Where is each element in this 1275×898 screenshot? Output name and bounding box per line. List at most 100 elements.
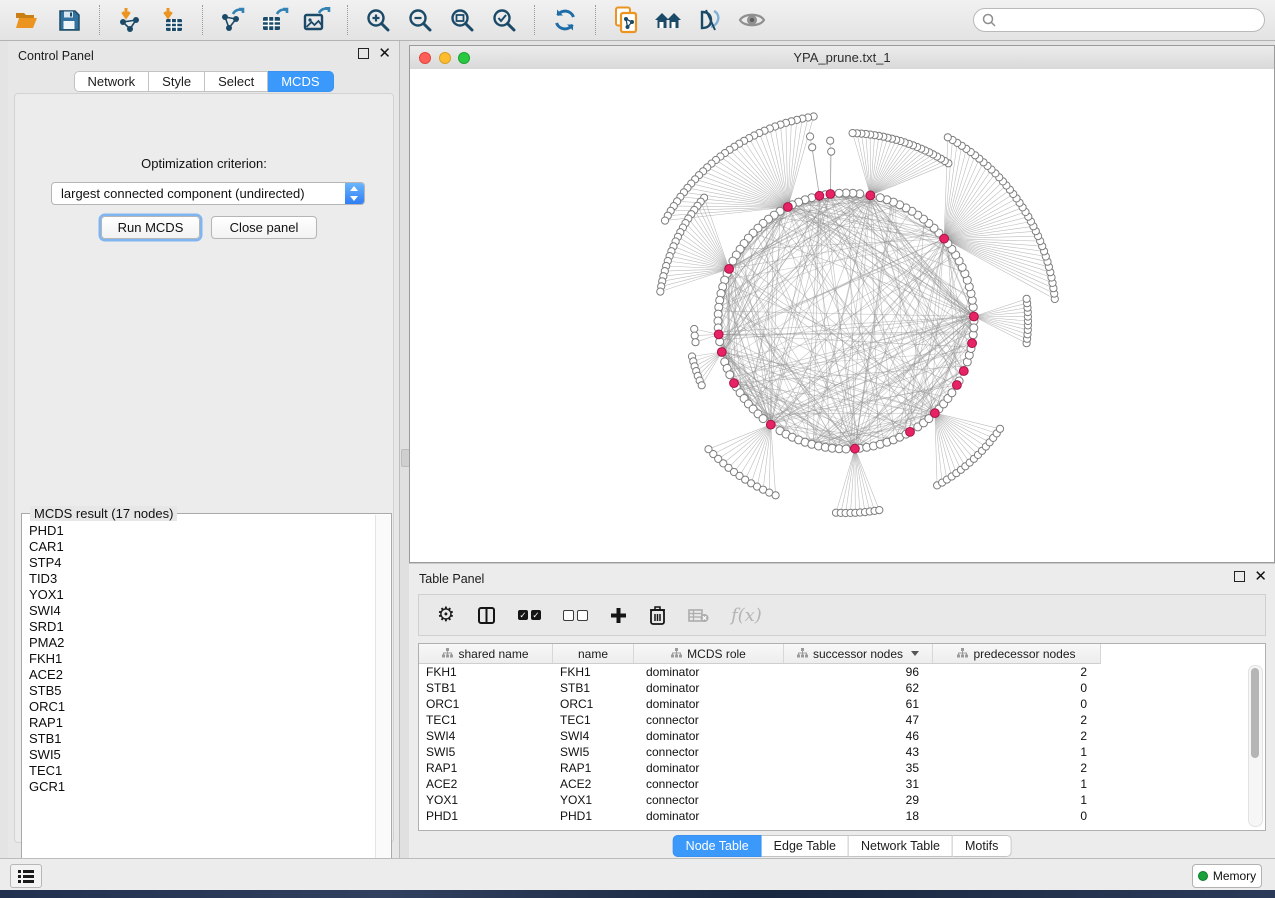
table-cell: 18: [784, 809, 933, 823]
mcds-result-item[interactable]: RAP1: [29, 715, 376, 731]
float-panel-icon[interactable]: [1234, 571, 1245, 582]
table-cell: ACE2: [419, 777, 553, 791]
table-cell: ACE2: [553, 777, 634, 791]
tab-edge-table[interactable]: Edge Table: [762, 835, 849, 857]
float-panel-icon[interactable]: [358, 48, 369, 59]
import-network-icon[interactable]: [113, 4, 147, 36]
delete-table-icon: [688, 608, 709, 623]
column-header-name[interactable]: name: [553, 644, 634, 663]
export-image-icon[interactable]: [300, 4, 334, 36]
show-all-icon[interactable]: [735, 4, 769, 36]
table-panel: Table Panel ✕ ⚙ ✓✓: [409, 563, 1275, 858]
panel-splitter[interactable]: [400, 41, 409, 858]
save-session-icon[interactable]: [52, 4, 86, 36]
import-table-icon[interactable]: [155, 4, 189, 36]
zoom-fit-icon[interactable]: [445, 4, 479, 36]
mcds-result-item[interactable]: SWI5: [29, 747, 376, 763]
new-network-from-selection-icon[interactable]: [609, 4, 643, 36]
table-row[interactable]: YOX1YOX1connector291: [419, 792, 1265, 808]
column-menu-chevron-icon[interactable]: [911, 651, 919, 656]
create-column-plus-icon[interactable]: [610, 607, 627, 624]
tab-network-table[interactable]: Network Table: [849, 835, 953, 857]
run-mcds-button[interactable]: Run MCDS: [101, 216, 200, 239]
column-header-predecessor-nodes[interactable]: predecessor nodes: [933, 644, 1101, 663]
mcds-result-item[interactable]: SRD1: [29, 619, 376, 635]
first-neighbors-icon[interactable]: [651, 4, 685, 36]
mcds-result-item[interactable]: TEC1: [29, 763, 376, 779]
tab-motifs[interactable]: Motifs: [953, 835, 1011, 857]
mcds-result-item[interactable]: GCR1: [29, 779, 376, 795]
column-header-successor-nodes[interactable]: successor nodes: [784, 644, 933, 663]
delete-columns-trash-icon[interactable]: [649, 606, 666, 625]
optimization-criterion-label: Optimization criterion:: [15, 156, 393, 171]
control-panel: Control Panel ✕ NetworkStyleSelectMCDS O…: [8, 41, 400, 858]
zoom-in-icon[interactable]: [361, 4, 395, 36]
table-cell: SWI5: [553, 745, 634, 759]
column-header-MCDS-role[interactable]: MCDS role: [634, 644, 784, 663]
tab-node-table[interactable]: Node Table: [673, 835, 762, 857]
select-all-columns-icon[interactable]: ✓✓: [518, 610, 541, 620]
mcds-result-item[interactable]: YOX1: [29, 587, 376, 603]
export-table-icon[interactable]: [258, 4, 292, 36]
mcds-result-item[interactable]: STB5: [29, 683, 376, 699]
table-cell: 0: [933, 697, 1101, 711]
tab-mcds[interactable]: MCDS: [268, 71, 333, 92]
tab-select[interactable]: Select: [205, 71, 268, 92]
mcds-result-item[interactable]: CAR1: [29, 539, 376, 555]
close-panel-icon[interactable]: ✕: [1254, 571, 1267, 582]
hide-selected-icon[interactable]: [693, 4, 727, 36]
column-header-shared-name[interactable]: shared name: [419, 644, 553, 663]
network-window-titlebar[interactable]: YPA_prune.txt_1: [410, 46, 1274, 70]
mcds-result-item[interactable]: TID3: [29, 571, 376, 587]
function-builder-icon: f(x): [731, 605, 762, 626]
search-box[interactable]: [973, 8, 1265, 32]
show-panels-list-button[interactable]: [10, 864, 42, 888]
table-row[interactable]: ORC1ORC1dominator610: [419, 696, 1265, 712]
table-cell: SWI5: [419, 745, 553, 759]
mcds-result-item[interactable]: STP4: [29, 555, 376, 571]
search-input[interactable]: [1002, 12, 1256, 29]
criterion-dropdown[interactable]: largest connected component (undirected): [51, 182, 365, 205]
table-row[interactable]: TEC1TEC1connector472: [419, 712, 1265, 728]
toolbar-separator: [347, 5, 348, 35]
toolbar-separator: [534, 5, 535, 35]
mcds-result-item[interactable]: ORC1: [29, 699, 376, 715]
close-panel-button[interactable]: Close panel: [211, 216, 317, 239]
table-row[interactable]: PHD1PHD1dominator180: [419, 808, 1265, 824]
table-cell: dominator: [634, 681, 784, 695]
table-cell: dominator: [634, 697, 784, 711]
column-label: successor nodes: [813, 647, 903, 661]
zoom-selected-icon[interactable]: [487, 4, 521, 36]
table-row[interactable]: ACE2ACE2connector311: [419, 776, 1265, 792]
close-panel-icon[interactable]: ✕: [378, 48, 391, 59]
mcds-result-item[interactable]: STB1: [29, 731, 376, 747]
mcds-result-item[interactable]: SWI4: [29, 603, 376, 619]
network-canvas[interactable]: [410, 69, 1274, 562]
table-cell: YOX1: [419, 793, 553, 807]
tab-network[interactable]: Network: [73, 71, 149, 92]
refresh-icon[interactable]: [548, 4, 582, 36]
column-type-icon: [442, 647, 453, 661]
unselect-all-columns-icon[interactable]: [563, 610, 588, 621]
mcds-result-item[interactable]: PHD1: [29, 523, 376, 539]
table-row[interactable]: FKH1FKH1dominator962: [419, 664, 1265, 680]
mcds-result-box: MCDS result (17 nodes) PHD1CAR1STP4TID3Y…: [21, 513, 392, 885]
zoom-out-icon[interactable]: [403, 4, 437, 36]
memory-label: Memory: [1213, 869, 1256, 883]
show-columns-icon[interactable]: [477, 606, 496, 625]
table-settings-gear-icon[interactable]: ⚙: [437, 605, 455, 625]
export-network-icon[interactable]: [216, 4, 250, 36]
table-scrollbar-thumb[interactable]: [1251, 668, 1259, 758]
mcds-result-item[interactable]: ACE2: [29, 667, 376, 683]
tab-style[interactable]: Style: [149, 71, 205, 92]
mcds-result-scrollbar[interactable]: [375, 515, 390, 883]
table-row[interactable]: SWI4SWI4dominator462: [419, 728, 1265, 744]
open-file-icon[interactable]: [10, 4, 44, 36]
mcds-result-item[interactable]: FKH1: [29, 651, 376, 667]
table-row[interactable]: SWI5SWI5connector431: [419, 744, 1265, 760]
table-row[interactable]: STB1STB1dominator620: [419, 680, 1265, 696]
memory-button[interactable]: Memory: [1192, 864, 1262, 888]
table-row[interactable]: RAP1RAP1dominator352: [419, 760, 1265, 776]
mcds-result-item[interactable]: PMA2: [29, 635, 376, 651]
table-scrollbar[interactable]: [1248, 665, 1263, 827]
